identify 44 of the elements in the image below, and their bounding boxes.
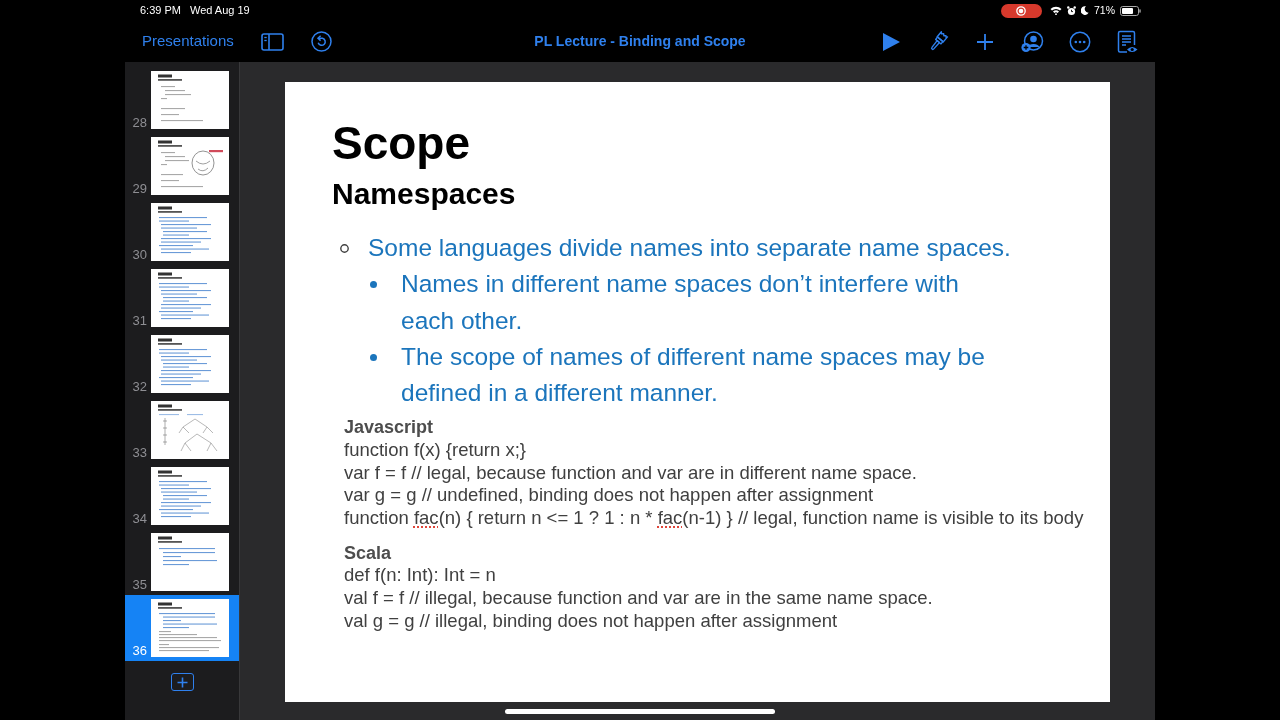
slide-list-item[interactable]: 36 <box>125 595 239 661</box>
plus-icon <box>176 676 188 688</box>
status-date: Wed Aug 19 <box>189 3 250 19</box>
bullet-text: Names in different name spaces don’t interfere with each other. <box>401 269 960 336</box>
code-line: function fac(n) { return n <= 1 ? 1 : n * fac(n-1) } // legal, function name is visible to its body <box>344 506 1084 530</box>
slide-subtitle: Namespaces <box>332 179 516 209</box>
bullet-dot-icon <box>370 353 377 361</box>
slide-list-item[interactable]: 34 <box>125 463 239 529</box>
undo-icon[interactable] <box>310 31 332 52</box>
add-slide-button[interactable] <box>170 673 194 691</box>
code-line: function f(x) {return x;} <box>344 439 526 462</box>
code-line: var f = f // legal, because function and var are in different name space. <box>344 461 917 485</box>
code-line: val g = g // illegal, binding does not happen after assignment <box>344 609 838 633</box>
alarm-icon <box>1067 5 1076 16</box>
slide-list-item[interactable]: 35 <box>125 529 239 595</box>
slide-list-item[interactable]: 29 <box>125 133 239 199</box>
battery-icon <box>1120 5 1141 16</box>
code-line: val f = f // illegal, because function and var are in the same name space. <box>344 587 933 610</box>
code-line: var g = g // undefined, binding does not happen after assignment <box>344 484 874 507</box>
play-icon[interactable] <box>880 30 902 53</box>
presentations-link[interactable]: Presentations <box>142 30 234 53</box>
sidebar-toggle-icon[interactable] <box>260 32 284 51</box>
document-eye-icon[interactable] <box>1116 29 1138 54</box>
code-heading: Javascript <box>344 416 434 440</box>
code-line: def f(n: Int): Int = n <box>344 564 496 588</box>
status-time: 6:39 PM <box>140 3 181 19</box>
add-collaborator-icon[interactable] <box>1021 30 1044 53</box>
slide-list-item[interactable]: 31 <box>125 265 239 331</box>
bullet-text: Some languages divide names into separate name spaces. <box>368 233 1012 263</box>
battery-percentage: 71% <box>1094 2 1115 18</box>
record-icon <box>1016 5 1027 16</box>
more-icon[interactable] <box>1069 30 1091 53</box>
slide-list-item[interactable]: 33 <box>125 397 239 463</box>
slide-list-item[interactable]: 28 <box>125 67 239 133</box>
bullet-text: The scope of names of different name spaces may be defined in a different manner. <box>401 341 986 409</box>
recording-indicator[interactable] <box>1001 3 1042 18</box>
hollow-bullet-icon <box>340 243 349 253</box>
bullet-dot-icon <box>370 280 377 288</box>
wifi-icon <box>1050 6 1062 15</box>
moon-icon <box>1081 6 1089 15</box>
code-heading: Scala <box>344 541 392 565</box>
presentation-title: PL Lecture - Binding and Scope <box>534 32 746 51</box>
slide-list-item[interactable]: 32 <box>125 331 239 397</box>
slide-list-item[interactable]: 30 <box>125 199 239 265</box>
